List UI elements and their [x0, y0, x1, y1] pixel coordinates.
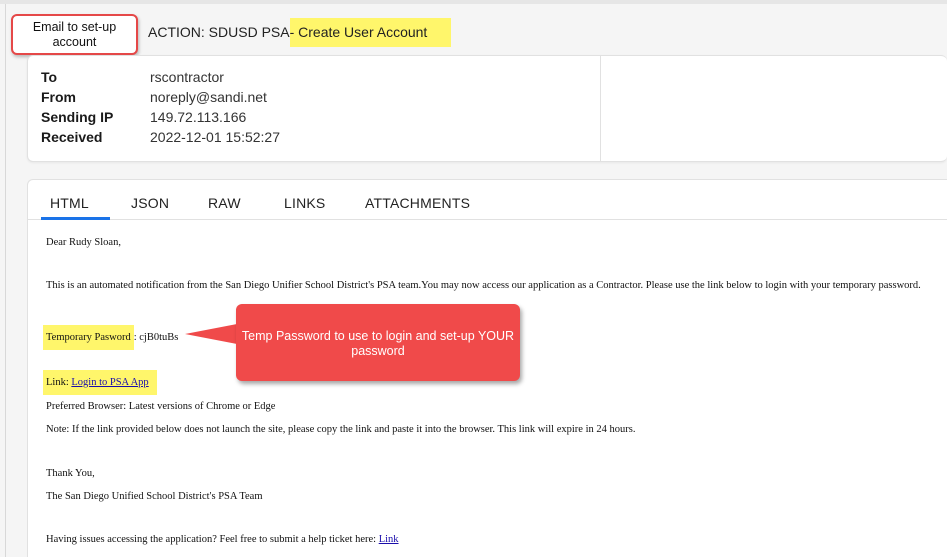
email-setup-callout: Email to set-up account	[11, 14, 138, 55]
meta-to-value[interactable]: rscontractor	[150, 69, 224, 85]
help-line: Having issues accessing the application?…	[46, 534, 399, 545]
note-line: Note: If the link provided below does no…	[46, 424, 636, 435]
meta-from-label: From	[41, 89, 76, 105]
meta-to-label: To	[41, 69, 58, 85]
login-link-line: Link: Login to PSA App	[43, 370, 157, 395]
browser-line: Preferred Browser: Latest versions of Ch…	[46, 401, 276, 412]
meta-received-value: 2022-12-01 15:52:27	[150, 129, 280, 145]
greeting: Dear Rudy Sloan,	[46, 237, 121, 248]
view-tabs: HTML JSON RAW LINKS ATTACHMENTS	[28, 180, 947, 220]
temp-password-label: Temporary Pasword	[43, 325, 134, 350]
tab-raw[interactable]: RAW	[208, 195, 241, 211]
top-strip	[0, 0, 947, 4]
tab-json[interactable]: JSON	[131, 195, 169, 211]
tab-attachments[interactable]: ATTACHMENTS	[365, 195, 470, 211]
email-subject: ACTION: SDUSD PSA- Create User Account	[148, 18, 452, 47]
meta-received-label: Received	[41, 129, 103, 145]
meta-ip-label: Sending IP	[41, 109, 114, 125]
active-tab-indicator	[41, 217, 110, 220]
tab-html[interactable]: HTML	[50, 195, 89, 211]
header-divider	[600, 56, 601, 162]
subject-highlight: - Create User Account	[289, 18, 452, 47]
signature-line: The San Diego Unified School District's …	[46, 491, 263, 502]
login-link[interactable]: Login to PSA App	[71, 377, 148, 388]
subject-prefix: ACTION: SDUSD PSA	[148, 24, 290, 40]
tab-links[interactable]: LINKS	[284, 195, 325, 211]
subject-bar: ACTION: SDUSD PSA- Create User Account	[6, 14, 947, 52]
thanks-line: Thank You,	[46, 468, 95, 479]
help-ticket-link[interactable]: Link	[379, 534, 399, 545]
login-link-label: Link:	[46, 377, 69, 388]
meta-from-value[interactable]: noreply@sandi.net	[150, 89, 267, 105]
temp-password-line: Temporary Pasword: cjB0tuBs	[43, 325, 179, 350]
login-link-highlight: Link: Login to PSA App	[43, 370, 157, 395]
meta-ip-value[interactable]: 149.72.113.166	[150, 109, 246, 125]
email-header-card: To rscontractor From noreply@sandi.net S…	[27, 55, 947, 162]
left-rail	[0, 4, 6, 557]
temp-callout-arrow	[185, 324, 237, 344]
temp-password-value: : cjB0tuBs	[133, 332, 179, 343]
intro-paragraph: This is an automated notification from t…	[46, 280, 921, 291]
temp-password-callout: Temp Password to use to login and set-up…	[236, 304, 520, 381]
help-text: Having issues accessing the application?…	[46, 534, 377, 545]
